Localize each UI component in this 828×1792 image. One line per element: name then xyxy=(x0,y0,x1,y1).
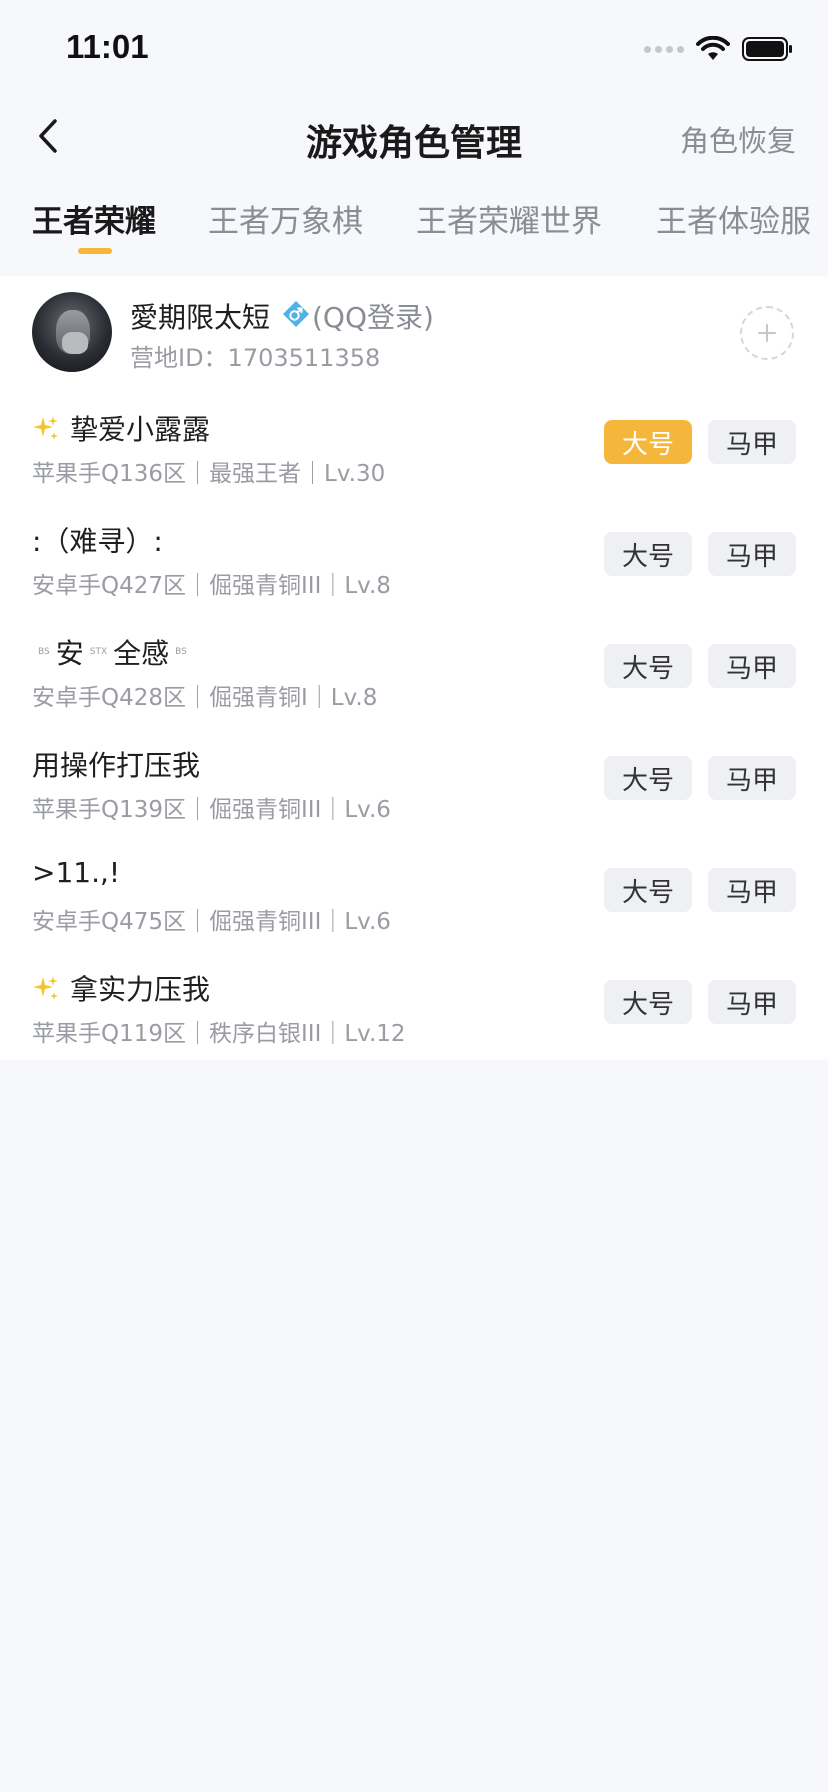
role-row: BS 安 STX 全感 BS 安卓手Q428区｜倔强青铜I｜Lv.8 大号 马甲 xyxy=(0,618,828,730)
role-meta: 安卓手Q475区｜倔强青铜III｜Lv.6 xyxy=(32,909,391,935)
alt-account-button[interactable]: 马甲 xyxy=(708,420,796,464)
main-account-button[interactable]: 大号 xyxy=(604,756,692,800)
alt-account-button[interactable]: 马甲 xyxy=(708,532,796,576)
role-meta: 安卓手Q427区｜倔强青铜III｜Lv.8 xyxy=(32,573,391,599)
tab-wangzhe-rongyao-shijie[interactable]: 王者荣耀世界 xyxy=(416,196,602,241)
role-name: 拿实力压我 xyxy=(32,968,210,1008)
active-tab-indicator xyxy=(78,248,112,254)
role-name-part: BS xyxy=(175,647,187,657)
game-tabs: 王者荣耀 王者万象棋 王者荣耀世界 王者体验服 xyxy=(0,196,828,266)
role-row: >11.,! 安卓手Q475区｜倔强青铜III｜Lv.6 大号 马甲 xyxy=(0,842,828,954)
plus-icon xyxy=(758,324,776,342)
role-meta: 苹果手Q136区｜最强王者｜Lv.30 xyxy=(32,461,386,487)
tab-wangzhe-wanxiangqi[interactable]: 王者万象棋 xyxy=(208,196,363,241)
status-time: 11:01 xyxy=(66,28,149,65)
role-name-part: BS xyxy=(38,647,50,657)
nav-bar: 游戏角色管理 角色恢复 xyxy=(0,100,828,180)
cellular-signal-icon xyxy=(644,45,684,53)
role-meta: 苹果手Q139区｜倔强青铜III｜Lv.6 xyxy=(32,797,391,823)
role-meta: 苹果手Q119区｜秩序白银III｜Lv.12 xyxy=(32,1021,406,1047)
male-icon xyxy=(283,301,309,327)
role-meta: 安卓手Q428区｜倔强青铜I｜Lv.8 xyxy=(32,685,378,711)
role-name-text: 拿实力压我 xyxy=(70,973,211,1006)
role-row: 挚爱小露露 苹果手Q136区｜最强王者｜Lv.30 大号 马甲 xyxy=(0,394,828,506)
add-role-button[interactable] xyxy=(740,306,794,360)
main-account-button[interactable]: 大号 xyxy=(604,868,692,912)
main-account-button[interactable]: 大号 xyxy=(604,980,692,1024)
sparkle-icon xyxy=(33,416,58,440)
alt-account-button[interactable]: 马甲 xyxy=(708,756,796,800)
role-name: 用操作打压我 xyxy=(32,744,200,784)
status-icons xyxy=(644,36,794,62)
battery-icon xyxy=(742,37,792,61)
role-name-part: STX xyxy=(89,647,108,657)
role-name: BS 安 STX 全感 BS xyxy=(32,632,193,672)
role-name-part: 全感 xyxy=(113,637,170,670)
role-restore-link[interactable]: 角色恢复 xyxy=(680,118,796,160)
role-row: 用操作打压我 苹果手Q139区｜倔强青铜III｜Lv.6 大号 马甲 xyxy=(0,730,828,842)
alt-account-button[interactable]: 马甲 xyxy=(708,644,796,688)
role-row: :（难寻）: 安卓手Q427区｜倔强青铜III｜Lv.8 大号 马甲 xyxy=(0,506,828,618)
role-name-text: 挚爱小露露 xyxy=(70,413,211,446)
sparkle-icon xyxy=(33,976,58,1000)
alt-account-button[interactable]: 马甲 xyxy=(708,868,796,912)
tab-wangzhe-rongyao[interactable]: 王者荣耀 xyxy=(32,196,156,241)
status-bar: 11:01 xyxy=(0,0,828,100)
role-name-text: 用操作打压我 xyxy=(32,749,201,782)
role-row: 拿实力压我 苹果手Q119区｜秩序白银III｜Lv.12 大号 马甲 xyxy=(0,954,828,1066)
login-type: (QQ登录) xyxy=(312,301,434,334)
alt-account-button[interactable]: 马甲 xyxy=(708,980,796,1024)
role-name-text: >11.,! xyxy=(32,856,121,889)
camp-id: 营地ID：1703511358 xyxy=(130,344,381,372)
role-name: 挚爱小露露 xyxy=(32,408,210,448)
role-name: :（难寻）: xyxy=(32,520,163,560)
account-name: 愛期限太短 xyxy=(130,301,271,334)
account-row: 愛期限太短 (QQ登录) 营地ID：1703511358 xyxy=(0,276,828,386)
role-name-part: 安 xyxy=(55,637,84,670)
role-name-text: :（难寻）: xyxy=(32,525,163,558)
role-name: >11.,! xyxy=(32,856,120,889)
roles-card: 愛期限太短 (QQ登录) 营地ID：1703511358 挚爱小露露 苹果手Q1… xyxy=(0,276,828,1060)
wifi-icon xyxy=(696,36,730,60)
tab-wangzhe-tiyanfu[interactable]: 王者体验服 xyxy=(656,196,811,241)
main-account-button[interactable]: 大号 xyxy=(604,644,692,688)
main-account-button[interactable]: 大号 xyxy=(604,420,692,464)
avatar xyxy=(32,292,112,372)
main-account-button[interactable]: 大号 xyxy=(604,532,692,576)
